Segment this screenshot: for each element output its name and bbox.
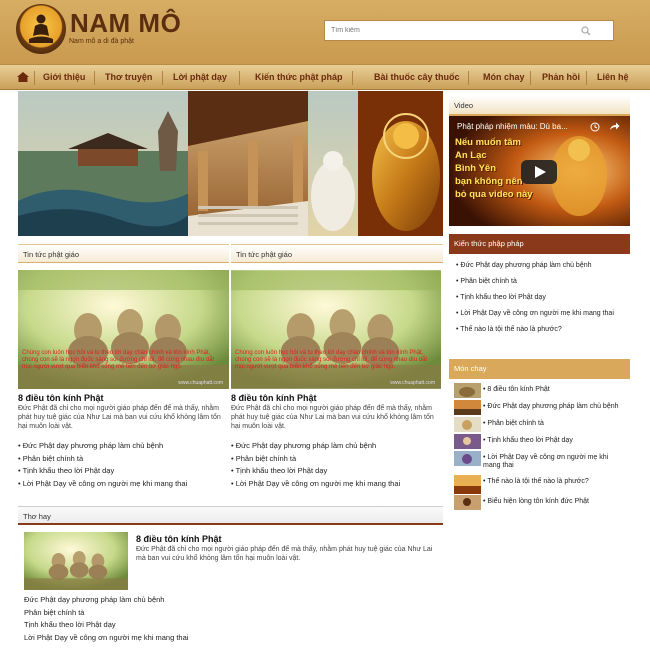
list-item[interactable]: Tịnh khẩu theo lời Phật dạy (231, 466, 443, 479)
main-nav: Giới thiệu Thơ truyện Lời phật dạy Kiến … (0, 64, 650, 90)
list-item[interactable]: Đức Phật dạy phương pháp làm chủ bệnh (231, 441, 443, 454)
list-item[interactable]: Lời Phật Dạy về công ơn người mẹ khi man… (18, 479, 229, 492)
list-item[interactable]: Lời Phật Dạy về công ơn người mẹ khi man… (454, 451, 626, 475)
news-heading-1[interactable]: Tin tức phật giáo (18, 244, 229, 263)
list-item[interactable]: Tịnh khẩu theo lời Phật dạy (454, 434, 626, 451)
share-icon[interactable] (609, 122, 620, 132)
food-thumbnail (454, 495, 481, 510)
food-thumbnail (454, 417, 481, 432)
site-title[interactable]: NAM MÔ (70, 8, 181, 39)
food-heading[interactable]: Món chay (449, 359, 630, 379)
nav-item-tho-truyen[interactable]: Thơ truyện (105, 72, 152, 82)
poem-title[interactable]: 8 điều tôn kính Phật (136, 534, 222, 544)
nav-divider (586, 71, 587, 85)
nav-item-loi-phat-day[interactable]: Lời phật dạy (173, 72, 227, 82)
list-item[interactable]: Thế nào là tội thế nào là phước? (456, 326, 631, 342)
nav-item-bai-thuoc[interactable]: Bài thuốc cây thuốc (374, 72, 460, 82)
news-thumbnail-2[interactable]: Chúng con luôn học hỏi và tu theo lời dạ… (231, 270, 441, 389)
list-item[interactable]: Phân biệt chính tà (24, 608, 324, 621)
poems-heading[interactable]: Thơ hay (18, 506, 443, 525)
nav-item-kien-thuc[interactable]: Kiến thức phật pháp (255, 72, 343, 82)
nav-divider (468, 71, 469, 85)
monk-statues-image (24, 532, 128, 590)
site-header: NAM MÔ Nam mô a di đà phật (0, 0, 650, 64)
list-item[interactable]: Tịnh khẩu theo lời Phật dạy (24, 620, 324, 633)
news-post-desc-1: Đức Phật đã chỉ cho mọi người giáo pháp … (18, 405, 221, 430)
list-item[interactable]: Phân biệt chính tà (454, 417, 626, 434)
list-item[interactable]: Phân biệt chính tà (456, 278, 631, 294)
nav-divider (239, 71, 240, 85)
list-item[interactable]: Đức Phật dạy phương pháp làm chủ bệnh (454, 400, 626, 417)
food-thumbnail (454, 400, 481, 415)
site-subtitle: Nam mô a di đà phật (69, 38, 134, 45)
poem-thumbnail[interactable] (24, 532, 128, 590)
food-thumbnail (454, 383, 481, 398)
nav-item-mon-chay[interactable]: Món chay (483, 72, 525, 82)
hero-banner (18, 91, 443, 236)
play-button-icon[interactable] (521, 160, 557, 184)
list-item[interactable]: Đức Phật dạy phương pháp làm chủ bệnh (24, 595, 324, 608)
knowledge-list: Đức Phật dạy phương pháp làm chủ bệnh Ph… (456, 262, 631, 342)
video-heading[interactable]: Video (449, 96, 630, 116)
thumb-watermark: www.chuaphatt.com (178, 380, 223, 386)
nav-divider (162, 71, 163, 85)
overlay-line: Nếu muốn tâm (455, 137, 521, 148)
list-item[interactable]: Lời Phật Dạy về công ơn người mẹ khi man… (231, 479, 443, 492)
monk-statues-image (231, 270, 441, 389)
nav-item-phan-hoi[interactable]: Phản hồi (542, 72, 580, 82)
list-item[interactable]: Đức Phật dạy phương pháp làm chủ bệnh (18, 441, 229, 454)
list-item[interactable]: Thế nào là tội thế nào là phước? (454, 475, 626, 495)
food-thumbnail (454, 451, 481, 466)
list-item[interactable]: Đức Phật dạy phương pháp làm chủ bệnh (456, 262, 631, 278)
poem-links: Đức Phật dạy phương pháp làm chủ bệnh Ph… (24, 595, 324, 645)
news-post-title-1[interactable]: 8 điều tôn kính Phật (18, 393, 104, 403)
overlay-line: bỏ qua video này (455, 189, 533, 200)
nav-item-lien-he[interactable]: Liên hệ (597, 72, 629, 82)
nav-divider (94, 71, 95, 85)
search-icon[interactable] (581, 26, 591, 36)
video-player[interactable]: Phật pháp nhiệm màu: Dù ba... Nếu muốn t… (449, 116, 630, 226)
food-list: 8 điều tôn kính Phật Đức Phật dạy phương… (454, 383, 626, 512)
home-icon[interactable] (16, 71, 30, 83)
list-item[interactable]: Tịnh khẩu theo lời Phật dạy (456, 294, 631, 310)
nav-divider (34, 71, 35, 85)
list-item[interactable]: Tịnh khẩu theo lời Phật dạy (18, 466, 229, 479)
buddha-logo-icon[interactable] (16, 4, 66, 54)
news-links-2: Đức Phật dạy phương pháp làm chủ bệnh Ph… (231, 441, 443, 491)
clock-icon[interactable] (590, 122, 600, 132)
knowledge-heading[interactable]: Kiến thức phập pháp (449, 234, 630, 254)
news-heading-2[interactable]: Tin tức phật giáo (231, 244, 443, 263)
thumb-caption: Chúng con luôn học hỏi và tu theo lời dạ… (235, 350, 428, 370)
news-post-title-2[interactable]: 8 điều tôn kính Phật (231, 393, 317, 403)
list-item[interactable]: Lời Phật Dạy về công ơn người mẹ khi man… (456, 310, 631, 326)
nav-divider (352, 71, 353, 85)
list-item[interactable]: Phân biệt chính tà (231, 454, 443, 467)
list-item[interactable]: Lời Phật Dạy về công ơn người mẹ khi man… (24, 633, 324, 646)
search-input[interactable] (325, 21, 575, 40)
list-item[interactable]: Phân biệt chính tà (18, 454, 229, 467)
news-post-desc-2: Đức Phật đã chỉ cho mọi người giáo pháp … (231, 405, 434, 430)
search-box (324, 20, 614, 41)
nav-item-gioi-thieu[interactable]: Giới thiệu (43, 72, 85, 82)
thumb-watermark: www.chuaphatt.com (390, 380, 435, 386)
news-thumbnail-1[interactable]: Chúng con luôn học hỏi và tu theo lời dạ… (18, 270, 229, 389)
food-thumbnail (454, 434, 481, 449)
news-links-1: Đức Phật dạy phương pháp làm chủ bệnh Ph… (18, 441, 229, 491)
thumb-caption: Chúng con luôn học hỏi và tu theo lời dạ… (22, 350, 215, 370)
poem-desc: Đức Phật đã chỉ cho mọi người giáo pháp … (136, 546, 433, 562)
list-item[interactable]: 8 điều tôn kính Phật (454, 383, 626, 400)
food-thumbnail (454, 475, 481, 494)
monk-statues-image (18, 270, 229, 389)
video-title[interactable]: Phật pháp nhiệm màu: Dù ba... (457, 122, 597, 131)
list-item[interactable]: Biểu hiện lòng tôn kính đức Phật (454, 495, 626, 512)
temple-banner-image (18, 91, 443, 236)
nav-divider (530, 71, 531, 85)
